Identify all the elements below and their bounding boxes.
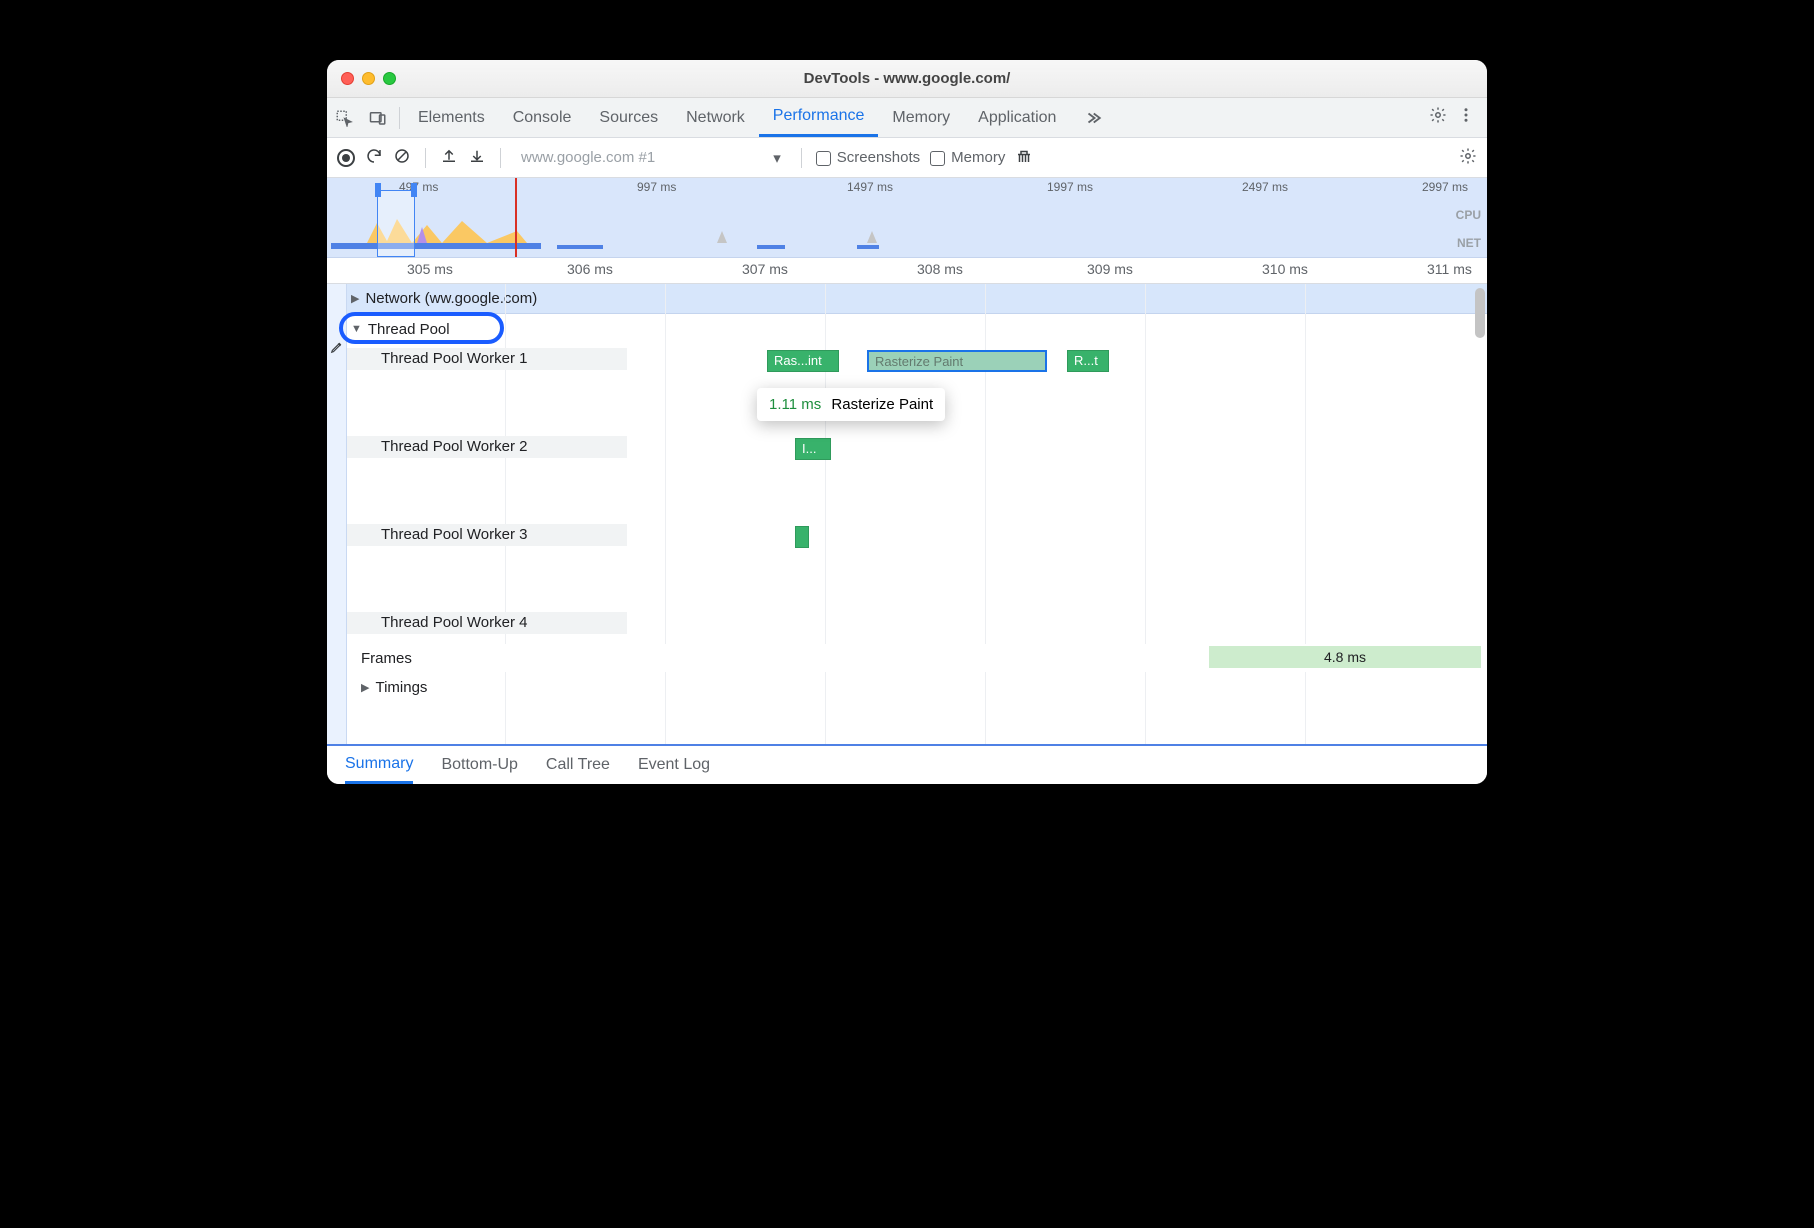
- ruler-tick: 309 ms: [1087, 261, 1133, 277]
- ruler-tick: 307 ms: [742, 261, 788, 277]
- vertical-scrollbar[interactable]: [1475, 288, 1485, 338]
- tab-sources[interactable]: Sources: [585, 98, 672, 137]
- frames-track-header[interactable]: Frames 4.8 ms: [347, 644, 1487, 672]
- screenshots-checkbox[interactable]: Screenshots: [816, 149, 920, 166]
- tooltip-duration: 1.11 ms: [769, 396, 821, 413]
- flame-event[interactable]: I...: [795, 438, 831, 460]
- overview-net-bar: [331, 243, 541, 249]
- main-tabstrip: ElementsConsoleSourcesNetworkPerformance…: [327, 98, 1487, 138]
- details-tab-bottom-up[interactable]: Bottom-Up: [441, 756, 517, 774]
- frame-bar[interactable]: 4.8 ms: [1209, 646, 1481, 668]
- separator: [399, 107, 400, 129]
- overview-tick: 997 ms: [637, 180, 676, 194]
- overview-tick: 2997 ms: [1422, 180, 1468, 194]
- overview-net-bar: [857, 245, 879, 249]
- overview-tick: 1997 ms: [1047, 180, 1093, 194]
- flame-event[interactable]: Rasterize Paint: [867, 350, 1047, 372]
- profile-selector-label: www.google.com #1: [521, 149, 655, 166]
- save-profile-icon[interactable]: [468, 147, 486, 169]
- devtools-window: DevTools - www.google.com/ ElementsConso…: [327, 60, 1487, 784]
- overview-viewport-window[interactable]: [377, 190, 415, 257]
- net-lane-label: NET: [1457, 236, 1481, 250]
- worker-row: Thread Pool Worker 3: [347, 520, 1487, 608]
- flame-event[interactable]: Ras...int: [767, 350, 839, 372]
- worker-row: Thread Pool Worker 4: [347, 608, 1487, 644]
- hover-tooltip: 1.11 ms Rasterize Paint: [757, 388, 945, 421]
- tab-console[interactable]: Console: [499, 98, 586, 137]
- memory-checkbox[interactable]: Memory: [930, 149, 1005, 166]
- record-button[interactable]: [337, 149, 355, 167]
- overview-tick: 2497 ms: [1242, 180, 1288, 194]
- edit-track-icon[interactable]: [327, 340, 346, 354]
- collect-garbage-icon[interactable]: [1015, 147, 1033, 169]
- profile-selector[interactable]: www.google.com #1 ▾: [515, 149, 787, 167]
- settings-icon[interactable]: [1429, 106, 1447, 129]
- capture-settings-icon[interactable]: [1459, 152, 1477, 169]
- tab-performance[interactable]: Performance: [759, 98, 879, 137]
- ruler-tick: 305 ms: [407, 261, 453, 277]
- flamechart-area: ▶ Network (ww.google.com) ▼ Thread Pool …: [327, 284, 1487, 744]
- time-ruler[interactable]: 305 ms 306 ms 307 ms 308 ms 309 ms 310 ms 311 …: [327, 258, 1487, 284]
- worker-label: Thread Pool Worker 1: [347, 344, 647, 367]
- traffic-lights: [341, 72, 396, 85]
- left-gutter: [327, 284, 347, 744]
- details-tab-event-log[interactable]: Event Log: [638, 756, 710, 774]
- tab-elements[interactable]: Elements: [404, 98, 499, 137]
- tab-application[interactable]: Application: [964, 98, 1070, 137]
- details-tab-call-tree[interactable]: Call Tree: [546, 756, 610, 774]
- flame-event[interactable]: [795, 526, 809, 548]
- worker-label: Thread Pool Worker 3: [347, 520, 647, 543]
- kebab-menu-icon[interactable]: [1457, 106, 1475, 129]
- cpu-lane-label: CPU: [1456, 208, 1481, 222]
- disclosure-right-icon: ▶: [351, 292, 359, 305]
- dropdown-caret-icon: ▾: [773, 149, 781, 167]
- ruler-tick: 308 ms: [917, 261, 963, 277]
- overview-net-bar: [757, 245, 785, 249]
- ruler-tick: 311 ms: [1427, 261, 1472, 277]
- tab-network[interactable]: Network: [672, 98, 759, 137]
- performance-toolbar: www.google.com #1 ▾ Screenshots Memory: [327, 138, 1487, 178]
- ruler-tick: 310 ms: [1262, 261, 1308, 277]
- worker-row: Thread Pool Worker 2 I...: [347, 432, 1487, 520]
- network-track-header[interactable]: ▶ Network (ww.google.com): [347, 284, 1487, 314]
- flame-event[interactable]: R...t: [1067, 350, 1109, 372]
- tab-memory[interactable]: Memory: [878, 98, 964, 137]
- clear-icon[interactable]: [393, 147, 411, 169]
- tooltip-name: Rasterize Paint: [831, 396, 933, 413]
- more-tabs-button[interactable]: [1070, 98, 1116, 137]
- separator: [801, 148, 802, 168]
- timings-track-header[interactable]: ▶ Timings: [347, 672, 1487, 702]
- timings-label: Timings: [375, 679, 427, 696]
- worker-label: Thread Pool Worker 2: [347, 432, 647, 455]
- disclosure-right-icon: ▶: [361, 681, 369, 694]
- inspect-element-icon[interactable]: [327, 109, 361, 127]
- overview-tick: 1497 ms: [847, 180, 893, 194]
- overview-net-bar: [557, 245, 603, 249]
- details-tab-summary[interactable]: Summary: [345, 746, 413, 784]
- frames-label: Frames: [361, 650, 412, 667]
- details-tabstrip: Summary Bottom-Up Call Tree Event Log: [327, 744, 1487, 784]
- threadpool-track-header[interactable]: ▼ Thread Pool: [347, 314, 1487, 344]
- load-profile-icon[interactable]: [440, 147, 458, 169]
- reload-record-icon[interactable]: [365, 147, 383, 169]
- ruler-tick: 306 ms: [567, 261, 613, 277]
- separator: [425, 148, 426, 168]
- timeline-overview[interactable]: 497 ms997 ms1497 ms1997 ms2497 ms2997 ms…: [327, 178, 1487, 258]
- network-track-label: Network (ww.google.com): [365, 290, 537, 307]
- separator: [500, 148, 501, 168]
- close-window-button[interactable]: [341, 72, 354, 85]
- window-title: DevTools - www.google.com/: [327, 70, 1487, 87]
- overview-marker: [515, 178, 517, 257]
- device-toolbar-icon[interactable]: [361, 109, 395, 127]
- annotation-highlight: [339, 312, 504, 344]
- zoom-window-button[interactable]: [383, 72, 396, 85]
- minimize-window-button[interactable]: [362, 72, 375, 85]
- worker-label: Thread Pool Worker 4: [347, 608, 647, 631]
- window-titlebar: DevTools - www.google.com/: [327, 60, 1487, 98]
